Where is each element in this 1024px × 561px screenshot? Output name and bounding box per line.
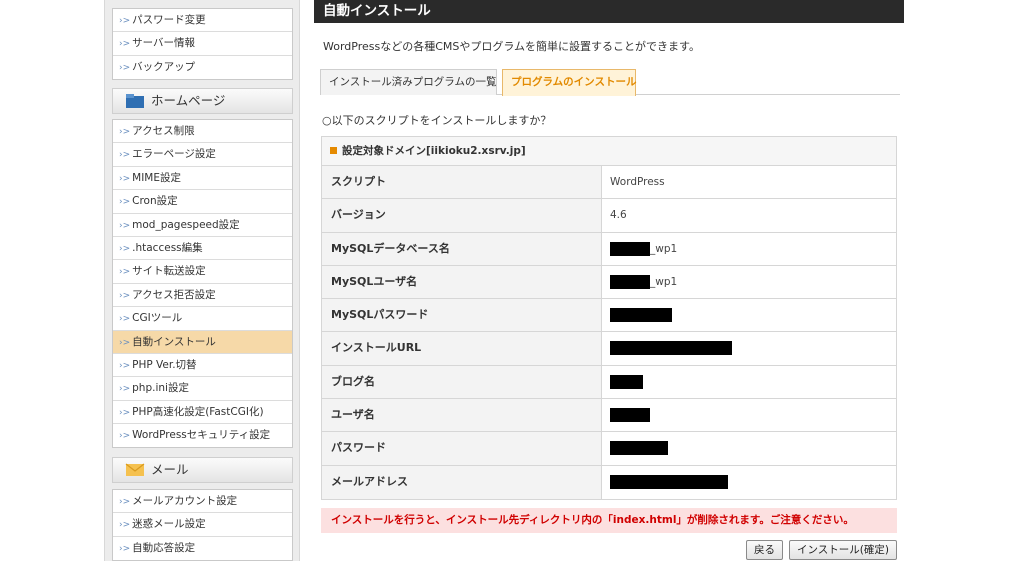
table-row: スクリプト WordPress [322, 166, 896, 200]
redaction-block [610, 274, 650, 289]
warning-message: インストールを行うと、インストール先ディレクトリ内の「index.html」が削… [321, 508, 897, 533]
arrow-icon: ›> [119, 290, 131, 301]
row-label: ユーザ名 [322, 399, 602, 432]
row-value [602, 299, 896, 331]
confirm-question: ○以下のスクリプトをインストールしますか？ [322, 114, 552, 127]
arrow-icon: ›> [119, 127, 131, 137]
arrow-icon: ›> [119, 360, 131, 371]
action-buttons: 戻る インストール(確定) [746, 540, 897, 560]
table-row: インストールURL [322, 332, 896, 366]
sidebar-item-backup[interactable]: ›> バックアップ [113, 56, 292, 79]
sidebar-item-access-deny[interactable]: ›> アクセス拒否設定 [113, 284, 292, 308]
redaction-block [610, 241, 650, 256]
arrow-icon: ›> [119, 16, 131, 26]
sidebar-item-auto-reply[interactable]: ›> 自動応答設定 [113, 537, 292, 560]
row-label: メールアドレス [322, 465, 602, 499]
arrow-icon: ›> [119, 220, 131, 231]
arrow-icon: ›> [119, 543, 131, 554]
table-row: MySQLユーザ名 _wp1 [322, 265, 896, 300]
redaction-block [610, 441, 668, 456]
row-label: バージョン [322, 199, 602, 232]
sidebar: ›> パスワード変更 ›> サーバー情報 ›> バックアップ ホームページ ›> アクセ… [104, 0, 300, 561]
tab-bar: インストール済みプログラムの一覧 プログラムのインストール [320, 64, 900, 96]
homepage-folder-icon [126, 94, 144, 108]
table-row: バージョン 4.6 [322, 199, 896, 233]
arrow-icon: ›> [119, 384, 131, 395]
redaction-block [610, 474, 728, 489]
domain-header: 設定対象ドメイン[iikioku2.xsrv.jp] [322, 137, 896, 166]
sidebar-item-auto-install[interactable]: ›> 自動インストール [113, 330, 292, 354]
sidebar-item-wp-security[interactable]: ›> WordPressセキュリティ設定 [113, 424, 292, 447]
arrow-icon: ›> [119, 407, 131, 418]
row-value: 4.6 [610, 209, 627, 222]
row-value [602, 432, 896, 464]
sidebar-item-fastcgi[interactable]: ›> PHP高速化設定(FastCGI化) [113, 401, 292, 425]
arrow-icon: ›> [119, 314, 131, 325]
redaction-block [610, 341, 732, 356]
arrow-icon: ›> [119, 267, 131, 278]
table-row: パスワード [322, 432, 896, 466]
arrow-icon: ›> [119, 243, 131, 254]
row-label: パスワード [322, 432, 602, 465]
row-label: スクリプト [322, 166, 602, 199]
table-row: メールアドレス [322, 465, 896, 499]
row-label: インストールURL [322, 332, 602, 365]
row-label: MySQLパスワード [322, 299, 602, 332]
redaction-block [610, 408, 650, 423]
sidebar-item-server-info[interactable]: ›> サーバー情報 [113, 32, 292, 56]
arrow-icon: ›> [119, 497, 131, 507]
arrow-icon: ›> [119, 150, 131, 161]
back-button[interactable]: 戻る [746, 540, 784, 560]
sidebar-item-htaccess[interactable]: ›> .htaccess編集 [113, 237, 292, 261]
install-confirm-button[interactable]: インストール(確定) [789, 540, 897, 560]
mail-menu: ›> メールアカウント設定 ›> 迷惑メール設定 ›> 自動応答設定 [112, 489, 293, 561]
redaction-block [610, 374, 643, 389]
row-value [602, 466, 896, 499]
sidebar-item-php-ini[interactable]: ›> php.ini設定 [113, 377, 292, 401]
arrow-icon: ›> [119, 173, 131, 184]
row-value [602, 332, 896, 364]
square-bullet-icon [330, 147, 337, 154]
mail-section-header: メール [112, 457, 293, 483]
tab-installed-list[interactable]: インストール済みプログラムの一覧 [320, 69, 497, 95]
redaction-block [610, 308, 672, 323]
row-value [602, 366, 896, 398]
table-row: ブログ名 [322, 365, 896, 400]
tab-program-install[interactable]: プログラムのインストール [502, 69, 636, 96]
table-row: ユーザ名 [322, 399, 896, 433]
account-menu: ›> パスワード変更 ›> サーバー情報 ›> バックアップ [112, 8, 293, 81]
sidebar-item-password-change[interactable]: ›> パスワード変更 [113, 9, 292, 33]
homepage-section-header: ホームページ [112, 88, 293, 114]
sidebar-item-php-version[interactable]: ›> PHP Ver.切替 [113, 354, 292, 378]
row-value: _wp1 [602, 266, 896, 298]
arrow-icon: ›> [119, 337, 131, 348]
sidebar-item-mail-account[interactable]: ›> メールアカウント設定 [113, 490, 292, 514]
sidebar-item-error-page[interactable]: ›> エラーページ設定 [113, 143, 292, 167]
row-value [602, 399, 896, 431]
page-title: 自動インストール [314, 0, 904, 23]
arrow-icon: ›> [119, 39, 131, 50]
arrow-icon: ›> [119, 197, 131, 208]
homepage-menu: ›> アクセス制限 ›> エラーページ設定 ›> MIME設定 ›> Cron設定 ›>… [112, 119, 293, 449]
install-settings-table: 設定対象ドメイン[iikioku2.xsrv.jp] スクリプト WordPres… [321, 136, 897, 500]
sidebar-item-mime[interactable]: ›> MIME設定 [113, 167, 292, 191]
row-label: ブログ名 [322, 365, 602, 399]
arrow-icon: ›> [119, 520, 131, 531]
table-row: MySQLパスワード [322, 299, 896, 333]
sidebar-item-mod-pagespeed[interactable]: ›> mod_pagespeed設定 [113, 214, 292, 237]
row-label: MySQLユーザ名 [322, 265, 602, 299]
sidebar-item-spam[interactable]: ›> 迷惑メール設定 [113, 513, 292, 537]
row-value: WordPress [610, 176, 665, 188]
sidebar-item-access-limit[interactable]: ›> アクセス制限 [113, 120, 292, 144]
row-value: _wp1 [602, 233, 896, 265]
row-label: MySQLデータベース名 [322, 232, 602, 265]
arrow-icon: ›> [119, 62, 131, 73]
sidebar-item-cgi-tools[interactable]: ›> CGIツール [113, 307, 292, 331]
table-row: MySQLデータベース名 _wp1 [322, 232, 896, 266]
arrow-icon: ›> [119, 431, 131, 442]
intro-text: WordPressなどの各種CMSやプログラムを簡単に設置することができます。 [323, 40, 700, 53]
sidebar-item-cron[interactable]: ›> Cron設定 [113, 190, 292, 214]
mail-envelope-icon [125, 463, 145, 476]
sidebar-item-site-redirect[interactable]: ›> サイト転送設定 [113, 260, 292, 284]
